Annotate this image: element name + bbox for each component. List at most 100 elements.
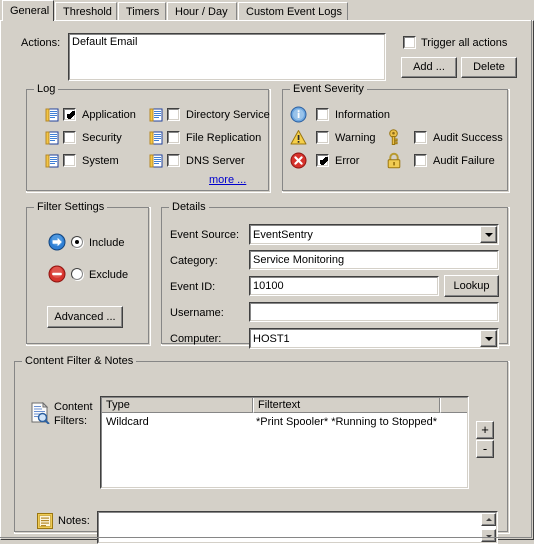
- key-icon: [386, 129, 401, 149]
- content-filters-listview[interactable]: Type Filtertext Wildcard *Print Spooler*…: [100, 396, 469, 489]
- details-group-title: Details: [169, 201, 209, 213]
- tab-timers-label: Timers: [126, 6, 160, 18]
- severity-warning-label: Warning: [335, 132, 376, 144]
- triangle-down-icon: [485, 534, 492, 538]
- filter-row-type: Wildcard: [106, 416, 149, 428]
- trigger-all-actions-label: Trigger all actions: [421, 37, 508, 49]
- username-label: Username:: [170, 307, 224, 319]
- log-file-replication-checkbox[interactable]: [167, 131, 180, 144]
- severity-information-label: Information: [335, 109, 391, 121]
- log-directory-service-label: Directory Service: [186, 109, 270, 121]
- tab-general-label: General: [10, 5, 50, 17]
- event-id-value[interactable]: 10100: [253, 280, 284, 293]
- document-search-icon: [30, 401, 50, 427]
- notes-scroll-up-button[interactable]: [481, 513, 496, 526]
- event-source-combobox[interactable]: EventSentry: [249, 224, 499, 245]
- filter-exclude-label: Exclude: [89, 269, 129, 281]
- lock-icon: [386, 152, 402, 172]
- severity-information-checkbox[interactable]: [316, 108, 329, 121]
- severity-audit-success-label: Audit Success: [433, 132, 503, 144]
- log-dns-server-checkbox[interactable]: [167, 154, 180, 167]
- category-label: Category:: [170, 255, 218, 267]
- event-log-icon: [45, 154, 59, 171]
- listview-column-filtertext[interactable]: Filtertext: [253, 397, 440, 413]
- content-filters-label-line2: Filters:: [54, 415, 87, 427]
- severity-audit-failure-label: Audit Failure: [433, 155, 495, 167]
- event-id-input[interactable]: 10100: [249, 276, 439, 296]
- trigger-all-actions-checkbox[interactable]: [403, 36, 416, 49]
- red-minus-circle-icon: [48, 265, 66, 286]
- tab-hour-day[interactable]: Hour / Day: [167, 2, 237, 20]
- event-source-value: EventSentry: [253, 229, 313, 241]
- filter-row-filtertext: *Print Spooler* *Running to Stopped*: [256, 416, 438, 428]
- notes-icon: [37, 513, 53, 532]
- log-security-label: Security: [82, 132, 122, 144]
- category-value[interactable]: Service Monitoring: [253, 254, 344, 267]
- delete-action-button[interactable]: Delete: [461, 57, 517, 78]
- log-security-checkbox[interactable]: [63, 131, 76, 144]
- computer-label: Computer:: [170, 333, 222, 345]
- log-group-title: Log: [34, 83, 59, 95]
- error-icon: [290, 152, 307, 172]
- log-application-label: Application: [82, 109, 136, 121]
- event-log-icon: [149, 131, 163, 148]
- tab-custom-event-logs[interactable]: Custom Event Logs: [238, 2, 348, 20]
- log-more-link[interactable]: more ...: [209, 174, 246, 187]
- event-severity-group-title: Event Severity: [290, 83, 367, 95]
- filter-exclude-radio[interactable]: [71, 268, 83, 280]
- tab-custom-event-logs-label: Custom Event Logs: [246, 6, 342, 18]
- details-group: Details: [161, 201, 510, 346]
- actions-label: Actions:: [21, 37, 61, 49]
- lookup-button[interactable]: Lookup: [444, 275, 499, 297]
- table-row[interactable]: Wildcard *Print Spooler* *Running to Sto…: [101, 414, 468, 434]
- notes-scroll-down-button[interactable]: [481, 529, 496, 542]
- computer-dropdown-button[interactable]: [480, 330, 497, 347]
- severity-error-label: Error: [335, 155, 360, 167]
- event-log-icon: [149, 108, 163, 125]
- log-directory-service-checkbox[interactable]: [167, 108, 180, 121]
- tab-panel-general: Actions: Default Email Trigger all actio…: [0, 20, 534, 544]
- notes-textarea[interactable]: [97, 511, 498, 544]
- computer-combobox[interactable]: HOST1: [249, 328, 499, 349]
- actions-list[interactable]: Default Email: [68, 33, 386, 81]
- tab-strip: General Threshold Timers Hour / Day Cust…: [0, 0, 534, 21]
- tab-hour-day-label: Hour / Day: [175, 6, 228, 18]
- tab-threshold-label: Threshold: [63, 6, 112, 18]
- log-dns-server-label: DNS Server: [186, 155, 245, 167]
- actions-list-item[interactable]: Default Email: [72, 36, 137, 49]
- notes-label: Notes:: [58, 515, 90, 527]
- event-log-icon: [45, 131, 59, 148]
- chevron-down-icon: [484, 232, 493, 237]
- severity-warning-checkbox[interactable]: [316, 131, 329, 144]
- event-log-icon: [45, 108, 59, 125]
- event-log-filter-dialog: General Threshold Timers Hour / Day Cust…: [0, 0, 534, 544]
- listview-column-type[interactable]: Type: [101, 397, 253, 413]
- add-action-button[interactable]: Add ...: [401, 57, 457, 78]
- chevron-down-icon: [484, 336, 493, 341]
- log-application-checkbox[interactable]: [63, 108, 76, 121]
- event-source-dropdown-button[interactable]: [480, 226, 497, 243]
- filter-settings-group-title: Filter Settings: [34, 201, 108, 213]
- filter-include-radio[interactable]: [71, 236, 83, 248]
- severity-error-checkbox[interactable]: [316, 154, 329, 167]
- tab-timers[interactable]: Timers: [118, 2, 166, 20]
- log-file-replication-label: File Replication: [186, 132, 262, 144]
- warning-icon: [290, 129, 307, 149]
- listview-column-extra[interactable]: [440, 397, 468, 413]
- severity-audit-success-checkbox[interactable]: [414, 131, 427, 144]
- severity-audit-failure-checkbox[interactable]: [414, 154, 427, 167]
- tab-general[interactable]: General: [2, 0, 54, 21]
- computer-value: HOST1: [253, 333, 290, 345]
- username-input[interactable]: [249, 302, 499, 322]
- advanced-button[interactable]: Advanced ...: [47, 306, 123, 328]
- add-content-filter-button[interactable]: +: [476, 421, 494, 439]
- content-filter-notes-group-title: Content Filter & Notes: [22, 355, 137, 367]
- category-input[interactable]: Service Monitoring: [249, 250, 499, 270]
- blue-arrow-right-icon: [48, 233, 66, 254]
- log-system-checkbox[interactable]: [63, 154, 76, 167]
- log-system-label: System: [82, 155, 119, 167]
- information-icon: [290, 106, 307, 126]
- event-source-label: Event Source:: [170, 229, 240, 241]
- tab-threshold[interactable]: Threshold: [55, 2, 117, 20]
- remove-content-filter-button[interactable]: -: [476, 440, 494, 458]
